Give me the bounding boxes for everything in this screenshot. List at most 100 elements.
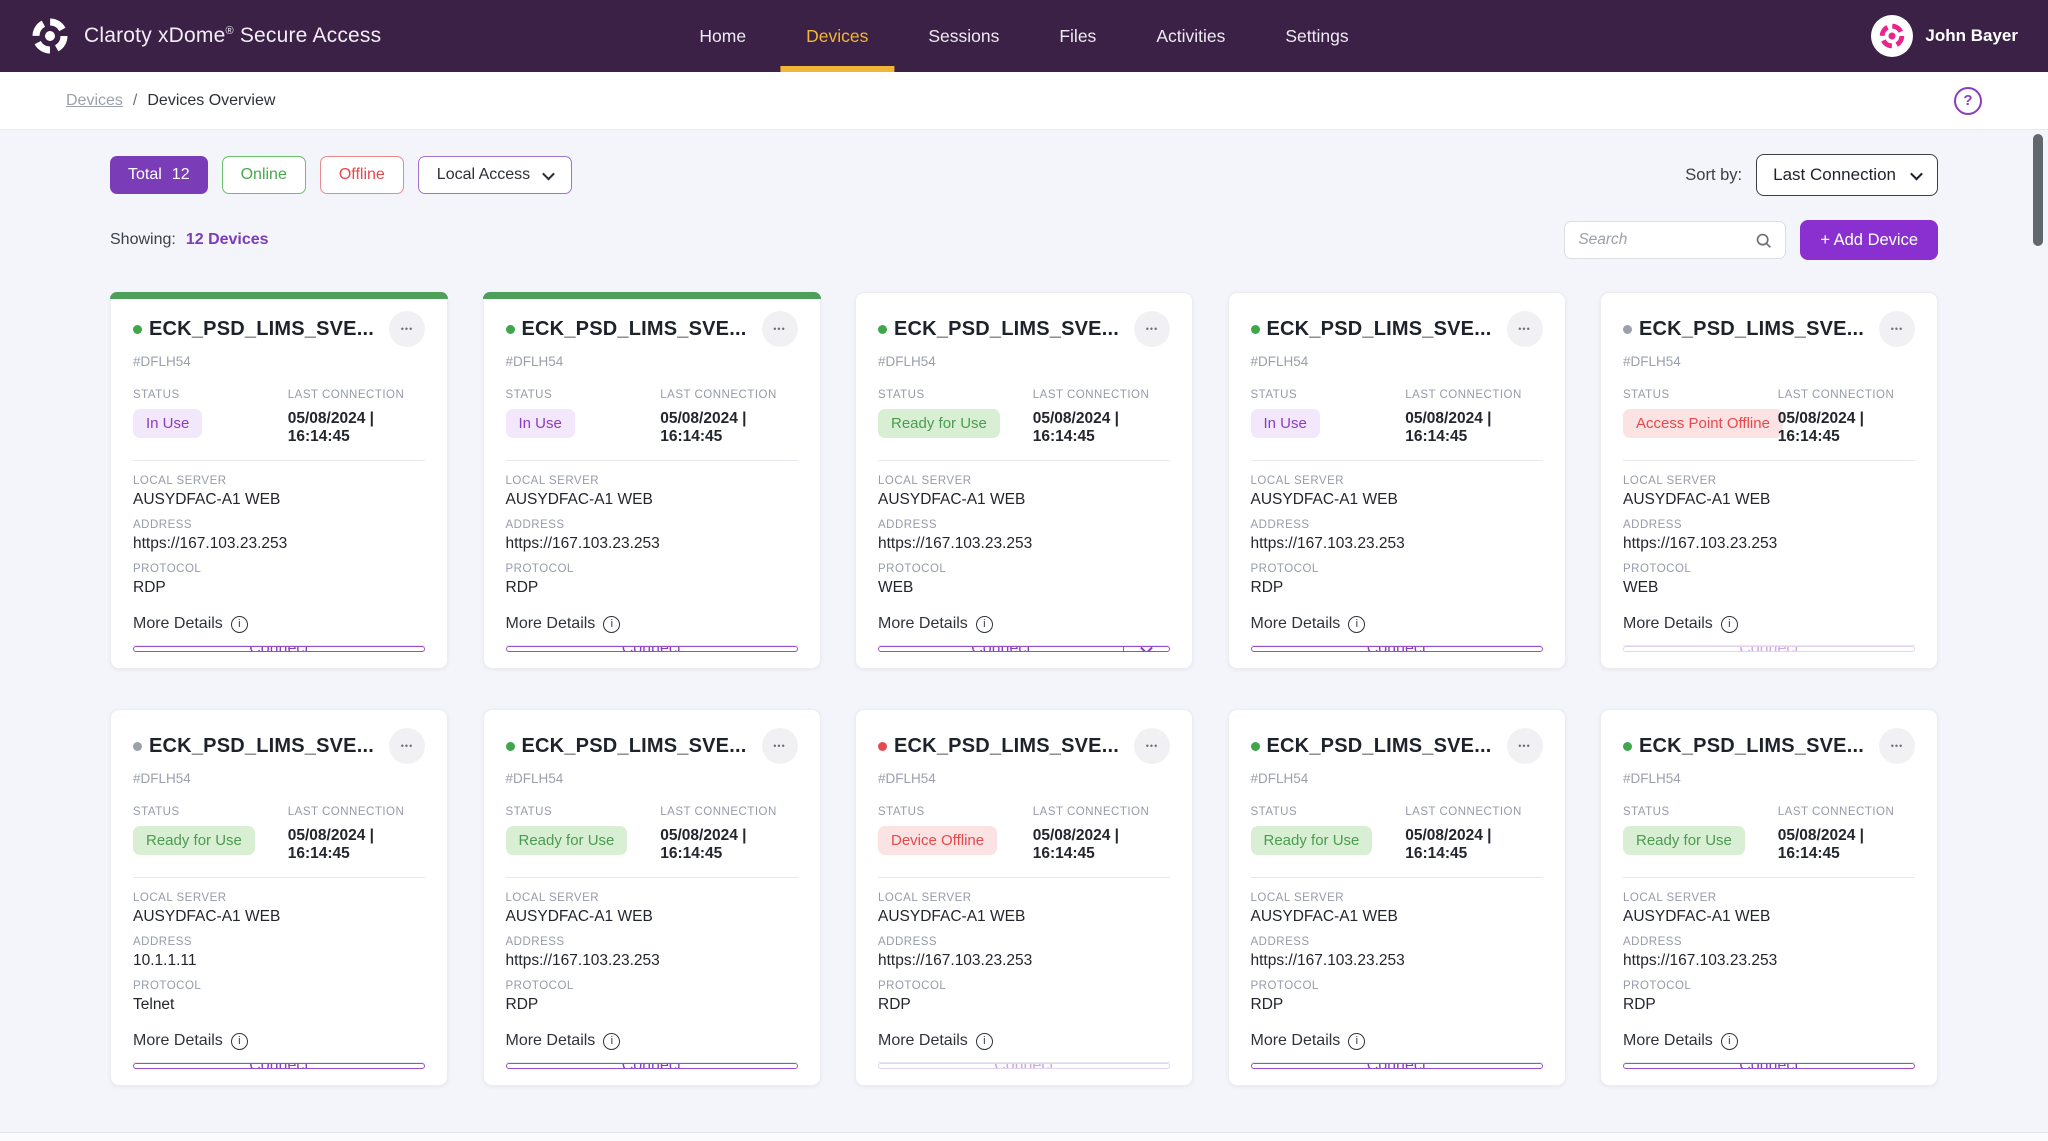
last-connection-value: 05/08/2024 | 16:14:45 [288, 827, 425, 863]
registered-mark: ® [225, 25, 233, 37]
device-id: #DFLH54 [1251, 771, 1543, 786]
protocol-label: PROTOCOL [878, 563, 1170, 575]
protocol-field: PROTOCOL RDP [506, 980, 798, 1014]
address-label: ADDRESS [878, 519, 1170, 531]
info-icon: i [1348, 1033, 1365, 1050]
last-connection-value: 05/08/2024 | 16:14:45 [1778, 827, 1915, 863]
address-label: ADDRESS [133, 519, 425, 531]
device-name: ECK_PSD_LIMS_SVE... [894, 734, 1134, 758]
protocol-value: Telnet [133, 996, 425, 1014]
local-server-label: LOCAL SERVER [506, 892, 798, 904]
more-details-link[interactable]: More Details i [1251, 615, 1543, 633]
more-details-link[interactable]: More Details i [506, 1032, 798, 1050]
device-card: ECK_PSD_LIMS_SVE... ••• #DFLH54 STATUS R… [1600, 709, 1938, 1086]
vertical-scrollbar[interactable] [2033, 134, 2043, 246]
protocol-field: PROTOCOL WEB [878, 563, 1170, 597]
connect-button[interactable]: Connect [506, 646, 798, 652]
more-details-link[interactable]: More Details i [1623, 1032, 1915, 1050]
address-value: https://167.103.23.253 [506, 952, 798, 970]
card-menu-button[interactable]: ••• [1507, 311, 1543, 347]
protocol-field: PROTOCOL RDP [878, 980, 1170, 1014]
device-card: ECK_PSD_LIMS_SVE... ••• #DFLH54 STATUS R… [483, 709, 821, 1086]
connect-button[interactable]: Connect [878, 1063, 1170, 1069]
showing-value: 12 Devices [186, 231, 269, 249]
nav-item-settings[interactable]: Settings [1285, 0, 1348, 72]
address-label: ADDRESS [1623, 519, 1915, 531]
device-id: #DFLH54 [1623, 771, 1915, 786]
search-icon [1755, 232, 1772, 249]
local-server-field: LOCAL SERVER AUSYDFAC-A1 WEB [506, 475, 798, 509]
address-field: ADDRESS https://167.103.23.253 [878, 519, 1170, 553]
connect-button[interactable]: Connect [1623, 646, 1915, 652]
filter-local-access-dropdown[interactable]: Local Access [418, 156, 572, 194]
card-header: ECK_PSD_LIMS_SVE... ••• [133, 734, 425, 764]
local-server-field: LOCAL SERVER AUSYDFAC-A1 WEB [1251, 475, 1543, 509]
card-menu-button[interactable]: ••• [762, 311, 798, 347]
card-menu-button[interactable]: ••• [389, 311, 425, 347]
card-menu-button[interactable]: ••• [1134, 728, 1170, 764]
device-grid: ECK_PSD_LIMS_SVE... ••• #DFLH54 STATUS I… [110, 292, 1938, 1086]
add-device-button[interactable]: + Add Device [1800, 220, 1938, 260]
last-connection-label: LAST CONNECTION [1405, 806, 1542, 818]
connect-button[interactable]: Connect [133, 646, 425, 652]
device-id: #DFLH54 [506, 771, 798, 786]
address-label: ADDRESS [1623, 936, 1915, 948]
filter-total-button[interactable]: Total 12 [110, 156, 208, 194]
protocol-value: RDP [878, 996, 1170, 1014]
divider [878, 877, 1170, 878]
nav-item-home[interactable]: Home [699, 0, 746, 72]
nav-item-devices[interactable]: Devices [806, 0, 868, 72]
filter-offline-button[interactable]: Offline [320, 156, 404, 194]
connect-button[interactable]: Connect [1251, 1063, 1543, 1069]
more-details-link[interactable]: More Details i [878, 615, 1170, 633]
more-details-link[interactable]: More Details i [1623, 615, 1915, 633]
address-label: ADDRESS [506, 519, 798, 531]
status-label: STATUS [506, 806, 661, 818]
connect-button[interactable]: Connect [1251, 646, 1543, 652]
more-details-link[interactable]: More Details i [1251, 1032, 1543, 1050]
help-icon[interactable]: ? [1954, 87, 1982, 115]
address-value: https://167.103.23.253 [1623, 535, 1915, 553]
card-menu-button[interactable]: ••• [389, 728, 425, 764]
nav-item-sessions[interactable]: Sessions [928, 0, 999, 72]
protocol-value: WEB [878, 579, 1170, 597]
sort-select[interactable]: Last Connection [1756, 154, 1938, 196]
divider [133, 877, 425, 878]
local-server-value: AUSYDFAC-A1 WEB [1623, 491, 1915, 509]
user-menu[interactable]: John Bayer [1871, 15, 2018, 57]
more-details-label: More Details [878, 1032, 968, 1050]
device-id: #DFLH54 [133, 771, 425, 786]
connect-button[interactable]: Connect [1623, 1063, 1915, 1069]
more-details-link[interactable]: More Details i [133, 615, 425, 633]
last-connection-label: LAST CONNECTION [660, 806, 797, 818]
status-dot [133, 742, 142, 751]
breadcrumb-devices-link[interactable]: Devices [66, 92, 123, 110]
card-menu-button[interactable]: ••• [762, 728, 798, 764]
nav-item-files[interactable]: Files [1059, 0, 1096, 72]
more-details-link[interactable]: More Details i [133, 1032, 425, 1050]
nav-item-activities[interactable]: Activities [1156, 0, 1225, 72]
status-dot [506, 742, 515, 751]
device-name: ECK_PSD_LIMS_SVE... [522, 734, 762, 758]
card-menu-button[interactable]: ••• [1879, 728, 1915, 764]
card-menu-button[interactable]: ••• [1507, 728, 1543, 764]
card-menu-button[interactable]: ••• [1134, 311, 1170, 347]
status-badge: Ready for Use [133, 826, 255, 855]
connect-dropdown-toggle[interactable] [1123, 647, 1169, 651]
filter-online-button[interactable]: Online [222, 156, 306, 194]
status-row: STATUS In Use LAST CONNECTION 05/08/2024… [133, 389, 425, 446]
connect-button[interactable]: Connect [878, 646, 1170, 652]
card-menu-button[interactable]: ••• [1879, 311, 1915, 347]
more-details-label: More Details [506, 1032, 596, 1050]
address-field: ADDRESS https://167.103.23.253 [878, 936, 1170, 970]
more-details-link[interactable]: More Details i [878, 1032, 1170, 1050]
device-card: ECK_PSD_LIMS_SVE... ••• #DFLH54 STATUS A… [1600, 292, 1938, 669]
more-details-link[interactable]: More Details i [506, 615, 798, 633]
connect-button[interactable]: Connect [133, 1063, 425, 1069]
search-input[interactable] [1578, 231, 1747, 249]
local-server-value: AUSYDFAC-A1 WEB [1623, 908, 1915, 926]
status-dot [1623, 742, 1632, 751]
connect-button[interactable]: Connect [506, 1063, 798, 1069]
divider [1251, 460, 1543, 461]
local-server-field: LOCAL SERVER AUSYDFAC-A1 WEB [1251, 892, 1543, 926]
